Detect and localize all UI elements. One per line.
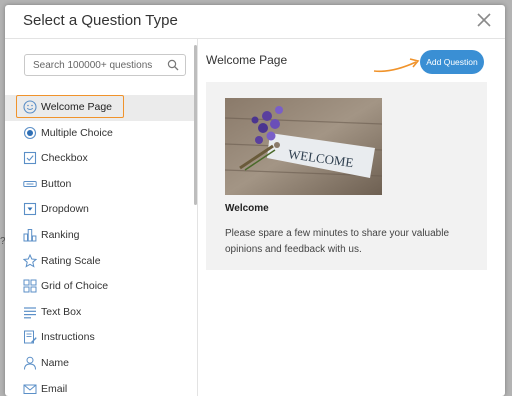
type-label: Rating Scale: [41, 254, 101, 267]
question-type-checkbox[interactable]: Checkbox: [5, 146, 194, 172]
dialog-header: Select a Question Type: [5, 5, 505, 39]
email-icon: [23, 384, 37, 394]
question-type-multiple-choice[interactable]: Multiple Choice: [5, 121, 194, 147]
question-type-rating-scale[interactable]: Rating Scale: [5, 249, 194, 275]
type-label: Grid of Choice: [41, 280, 109, 293]
question-type-list: Welcome Page Multiple Choice Checkbox Bu…: [5, 95, 194, 396]
type-label: Name: [41, 356, 70, 369]
type-label: Checkbox: [41, 152, 88, 165]
question-type-instructions[interactable]: Instructions: [5, 325, 194, 351]
type-label: Multiple Choice: [41, 126, 113, 139]
preview-panel: Welcome Page Add Question WELCOME Welcom…: [198, 39, 505, 396]
star-icon: [23, 253, 37, 268]
search-icon[interactable]: [167, 59, 179, 71]
dialog-title: Select a Question Type: [23, 12, 178, 29]
question-type-button[interactable]: Button: [5, 172, 194, 198]
radio-icon: [23, 126, 37, 139]
question-type-name[interactable]: Name: [5, 351, 194, 377]
type-label: Button: [41, 177, 72, 190]
close-button[interactable]: [475, 11, 493, 29]
close-icon: [477, 13, 491, 27]
smiley-icon: [23, 100, 37, 114]
type-label: Instructions: [41, 331, 95, 344]
checkbox-icon: [23, 152, 37, 165]
preview-card: WELCOME Welcome Please spare a few minut…: [206, 82, 487, 270]
text-box-icon: [24, 307, 36, 319]
type-label: Email: [41, 382, 68, 395]
type-label: Ranking: [41, 228, 80, 241]
dropdown-icon: [23, 203, 37, 216]
select-question-type-dialog: Select a Question Type Search 100000+ qu…: [5, 5, 505, 396]
question-type-email[interactable]: Email: [5, 377, 194, 396]
question-type-text-box[interactable]: Text Box: [5, 300, 194, 326]
type-label: Text Box: [41, 305, 82, 318]
person-icon: [24, 356, 36, 370]
question-type-ranking[interactable]: Ranking: [5, 223, 194, 249]
type-label: Welcome Page: [41, 101, 113, 113]
preview-title: Welcome Page: [206, 53, 288, 67]
preview-heading: Welcome: [225, 203, 269, 214]
ranking-icon: [23, 228, 37, 242]
search-box: [24, 54, 186, 76]
grid-icon: [23, 279, 37, 293]
question-type-welcome-page[interactable]: Welcome Page: [5, 95, 194, 121]
button-icon: [23, 180, 37, 187]
sidebar-scrollbar[interactable]: [194, 45, 197, 205]
type-label: Dropdown: [41, 203, 89, 216]
question-type-grid-of-choice[interactable]: Grid of Choice: [5, 274, 194, 300]
arrow-hint-icon: [373, 58, 420, 73]
add-question-button[interactable]: Add Question: [420, 50, 484, 74]
question-type-dropdown[interactable]: Dropdown: [5, 197, 194, 223]
instructions-icon: [24, 330, 37, 344]
search-input[interactable]: [25, 55, 160, 75]
welcome-image: WELCOME: [225, 98, 382, 195]
preview-body-text: Please spare a few minutes to share your…: [225, 228, 450, 255]
question-type-sidebar: Welcome Page Multiple Choice Checkbox: [5, 39, 198, 396]
